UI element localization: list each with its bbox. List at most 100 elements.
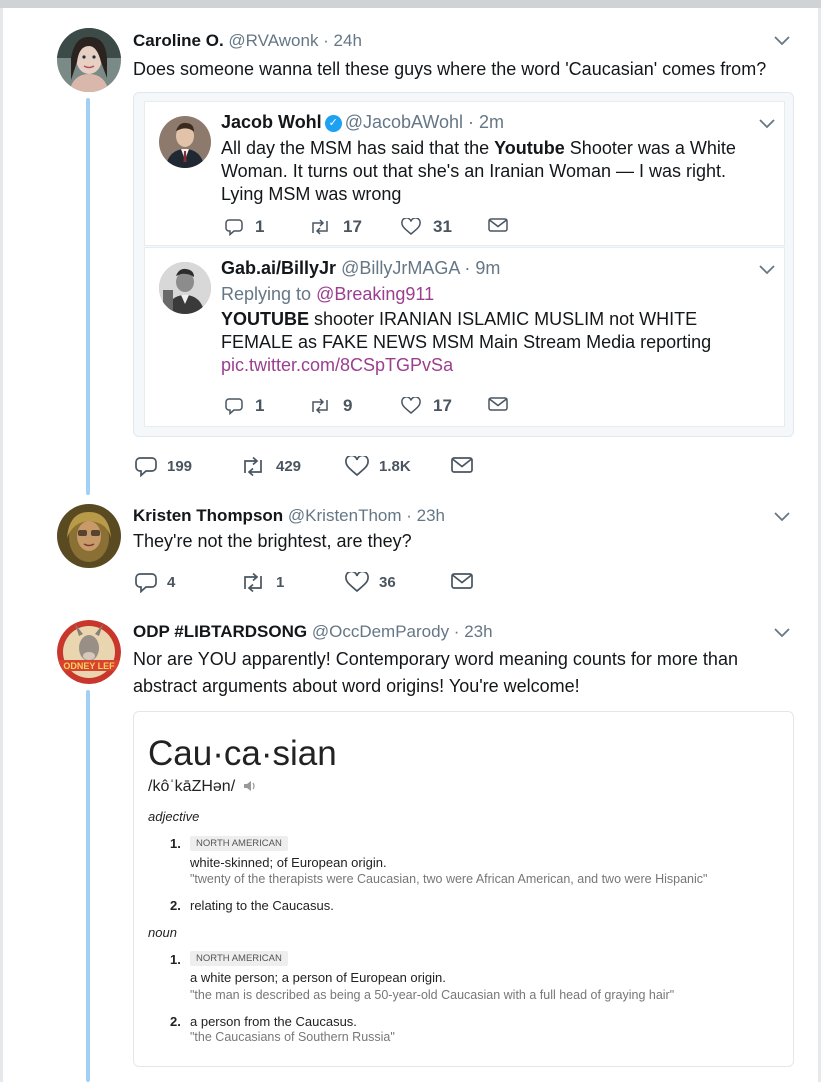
like-button[interactable]: 1.8K [345,456,411,477]
example: "twenty of the therapists were Caucasian… [190,872,708,886]
tweet-kristen[interactable]: Kristen Thompson @KristenThom · 23h They… [0,495,821,610]
like-count: 1.8K [379,458,411,475]
reply-count: 199 [167,458,193,475]
avatar[interactable]: ODNEY LEF [57,620,121,684]
sense-number: 2. [170,1014,181,1029]
like-button[interactable]: 36 [345,572,396,593]
replying-to-line: Replying to @Breaking911 [221,283,434,306]
message-icon [488,397,508,411]
reply-button[interactable]: 4 [135,572,175,593]
definition: white-skinned; of European origin. [190,855,387,870]
tweet-header: Kristen Thompson @KristenThom · 23h [133,506,445,526]
text-part-bold: YOUTUBE [221,309,310,329]
retweet-icon [312,398,328,414]
chevron-down-icon[interactable] [759,119,775,129]
reply-button[interactable]: 1 [225,396,264,416]
pos-label: noun [148,925,177,940]
retweet-icon [244,572,262,593]
avatar[interactable] [57,504,121,568]
author-name[interactable]: Jacob Wohl [221,112,322,132]
like-icon [401,218,421,235]
like-icon [345,572,369,593]
retweet-button[interactable]: 17 [309,217,362,237]
pos-label: adjective [148,809,200,824]
author-handle[interactable]: @KristenThom · 23h [288,506,445,525]
avatar[interactable] [57,28,121,92]
like-count: 36 [379,574,396,591]
retweet-button[interactable]: 429 [240,456,301,477]
message-button[interactable] [451,572,473,590]
retweet-button[interactable]: 1 [240,572,284,593]
author-handle[interactable]: @RVAwonk · 24h [228,31,362,50]
sense-number: 1. [170,836,181,851]
avatar-logo-text: ODNEY LEF [63,661,115,671]
author-handle[interactable]: @OccDemParody · 23h [312,622,493,641]
pronunciation-text: /kôˈkāZHən/ [148,778,236,795]
author-name[interactable]: Kristen Thompson [133,506,283,525]
pic-link[interactable]: pic.twitter.com/8CSpTGPvSa [221,355,453,375]
quoted-tweet-jacob[interactable]: Jacob Wohl ✓ @JacobAWohl · 2m All day the … [144,101,785,246]
message-button[interactable] [451,456,473,474]
tweet-text: Nor are YOU apparently! Contemporary wor… [133,646,738,700]
author-handle[interactable]: @JacobAWohl · 2m [345,112,504,132]
tweet-text: They're not the brightest, are they? [133,531,412,551]
replying-to-link[interactable]: @Breaking911 [316,284,434,304]
quoted-tweet-billyjr[interactable]: Gab.ai/BillyJr @BillyJrMAGA · 9m Replyin… [144,247,785,427]
author-name[interactable]: Gab.ai/BillyJr [221,258,336,278]
quoted-text: YOUTUBE shooter IRANIAN ISLAMIC MUSLIM n… [221,308,771,377]
sense-number: 2. [170,898,181,913]
tweet-text-line: abstract arguments about word origins! Y… [133,676,580,696]
author-name[interactable]: ODP #LIBTARDSONG [133,622,307,641]
chevron-down-icon[interactable] [774,512,790,522]
author-handle[interactable]: @BillyJrMAGA · 9m [341,258,500,278]
like-icon [345,456,369,477]
retweet-icon [312,219,328,235]
text-part-bold: Youtube [494,138,565,158]
reply-count: 4 [167,574,176,591]
reply-button[interactable]: 1 [225,217,264,237]
chevron-down-icon[interactable] [759,265,775,275]
quoted-actions: 1 9 17 [225,396,545,416]
tweet-header: Caroline O. @RVAwonk · 24h [133,31,362,51]
avatar[interactable] [159,262,211,314]
like-button[interactable]: 31 [401,217,452,237]
chevron-down-icon[interactable] [774,36,790,46]
dictionary-pronunciation: /kôˈkāZHən/ [148,778,257,796]
region-tag: NORTH AMERICAN [190,951,288,966]
tweet-caroline[interactable]: Caroline O. @RVAwonk · 24h Does someone … [0,0,821,495]
dictionary-word: Cau·ca·sian [148,734,337,773]
message-icon [451,573,473,589]
retweet-button[interactable]: 9 [309,396,352,416]
attached-image-dictionary[interactable]: Cau·ca·sian /kôˈkāZHən/ adjective 1. NOR… [133,711,794,1067]
message-button[interactable] [488,396,508,412]
reply-count: 1 [255,396,265,415]
message-icon [451,457,473,473]
example: "the Caucasians of Southern Russia" [190,1030,395,1044]
chevron-down-icon[interactable] [774,628,790,638]
reply-button[interactable]: 199 [135,456,192,477]
avatar[interactable] [159,116,211,168]
quoted-thread[interactable]: Jacob Wohl ✓ @JacobAWohl · 2m All day the … [133,92,794,437]
replying-prefix: Replying to [221,284,317,304]
reply-count: 1 [255,217,265,236]
author-name[interactable]: Caroline O. [133,31,224,50]
reply-icon [135,457,157,477]
like-count: 31 [433,217,452,236]
like-count: 17 [433,396,452,415]
tweet-actions: 199 429 1.8K [133,456,513,478]
reply-icon [225,398,243,415]
retweet-count: 17 [343,217,362,236]
retweet-count: 1 [276,574,285,591]
reply-icon [225,219,243,236]
quoted-header: Gab.ai/BillyJr @BillyJrMAGA · 9m [221,258,500,279]
message-icon [488,218,508,232]
thread-line [86,690,90,1082]
like-icon [401,397,421,414]
region-tag: NORTH AMERICAN [190,836,288,851]
retweet-icon [244,456,262,477]
like-button[interactable]: 17 [401,396,452,416]
verified-badge-icon: ✓ [324,115,342,132]
definition: a white person; a person of European ori… [190,970,446,985]
message-button[interactable] [488,217,508,233]
retweet-count: 429 [276,458,302,475]
